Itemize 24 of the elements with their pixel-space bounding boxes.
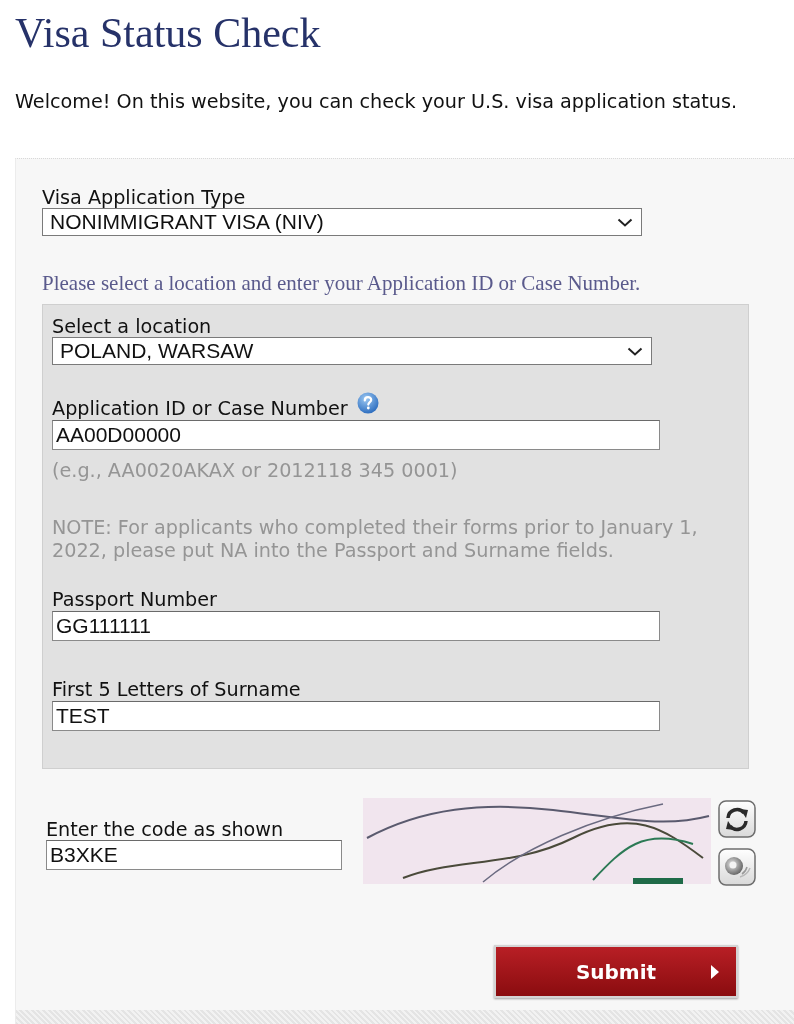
field-label: Select a location: [52, 317, 212, 337]
field-label: Application ID or Case Number: [52, 399, 348, 419]
refresh-icon[interactable]: [718, 800, 756, 838]
instruction-text: Please select a location and enter your Application ID or Case Number.: [42, 271, 642, 295]
chevron-icon: [627, 346, 643, 356]
captcha-field[interactable]: B3XKE: [46, 840, 342, 870]
text-field[interactable]: GG111111: [52, 611, 660, 641]
note-text: NOTE: For applicants who completed their forms prior to January 1, 2022, please put NA into the Passport and Surname fields.: [52, 516, 699, 562]
field-label: First 5 Letters of Surname: [52, 680, 301, 700]
intro-text: Welcome! On this website, you can check your U.S. visa application status.: [15, 90, 739, 113]
caret-icon: [711, 965, 719, 979]
submit-button[interactable]: Submit: [494, 945, 738, 998]
chevron-icon: [617, 217, 633, 227]
dropdown[interactable]: NONIMMIGRANT VISA (NIV): [42, 208, 642, 236]
speaker-icon[interactable]: [718, 848, 756, 886]
field-label: Enter the code as shown: [46, 820, 285, 840]
field-label: Passport Number: [52, 590, 217, 610]
text-field[interactable]: AA00D00000: [52, 420, 660, 450]
hint-text: (e.g., AA0020AKAX or 2012118 345 0001): [52, 460, 459, 482]
help-icon[interactable]: [356, 392, 379, 414]
text-field[interactable]: TEST: [52, 701, 660, 731]
dropdown[interactable]: POLAND, WARSAW: [52, 337, 652, 365]
field-label: Visa Application Type: [42, 188, 247, 208]
page-title: Visa Status Check: [15, 9, 322, 57]
